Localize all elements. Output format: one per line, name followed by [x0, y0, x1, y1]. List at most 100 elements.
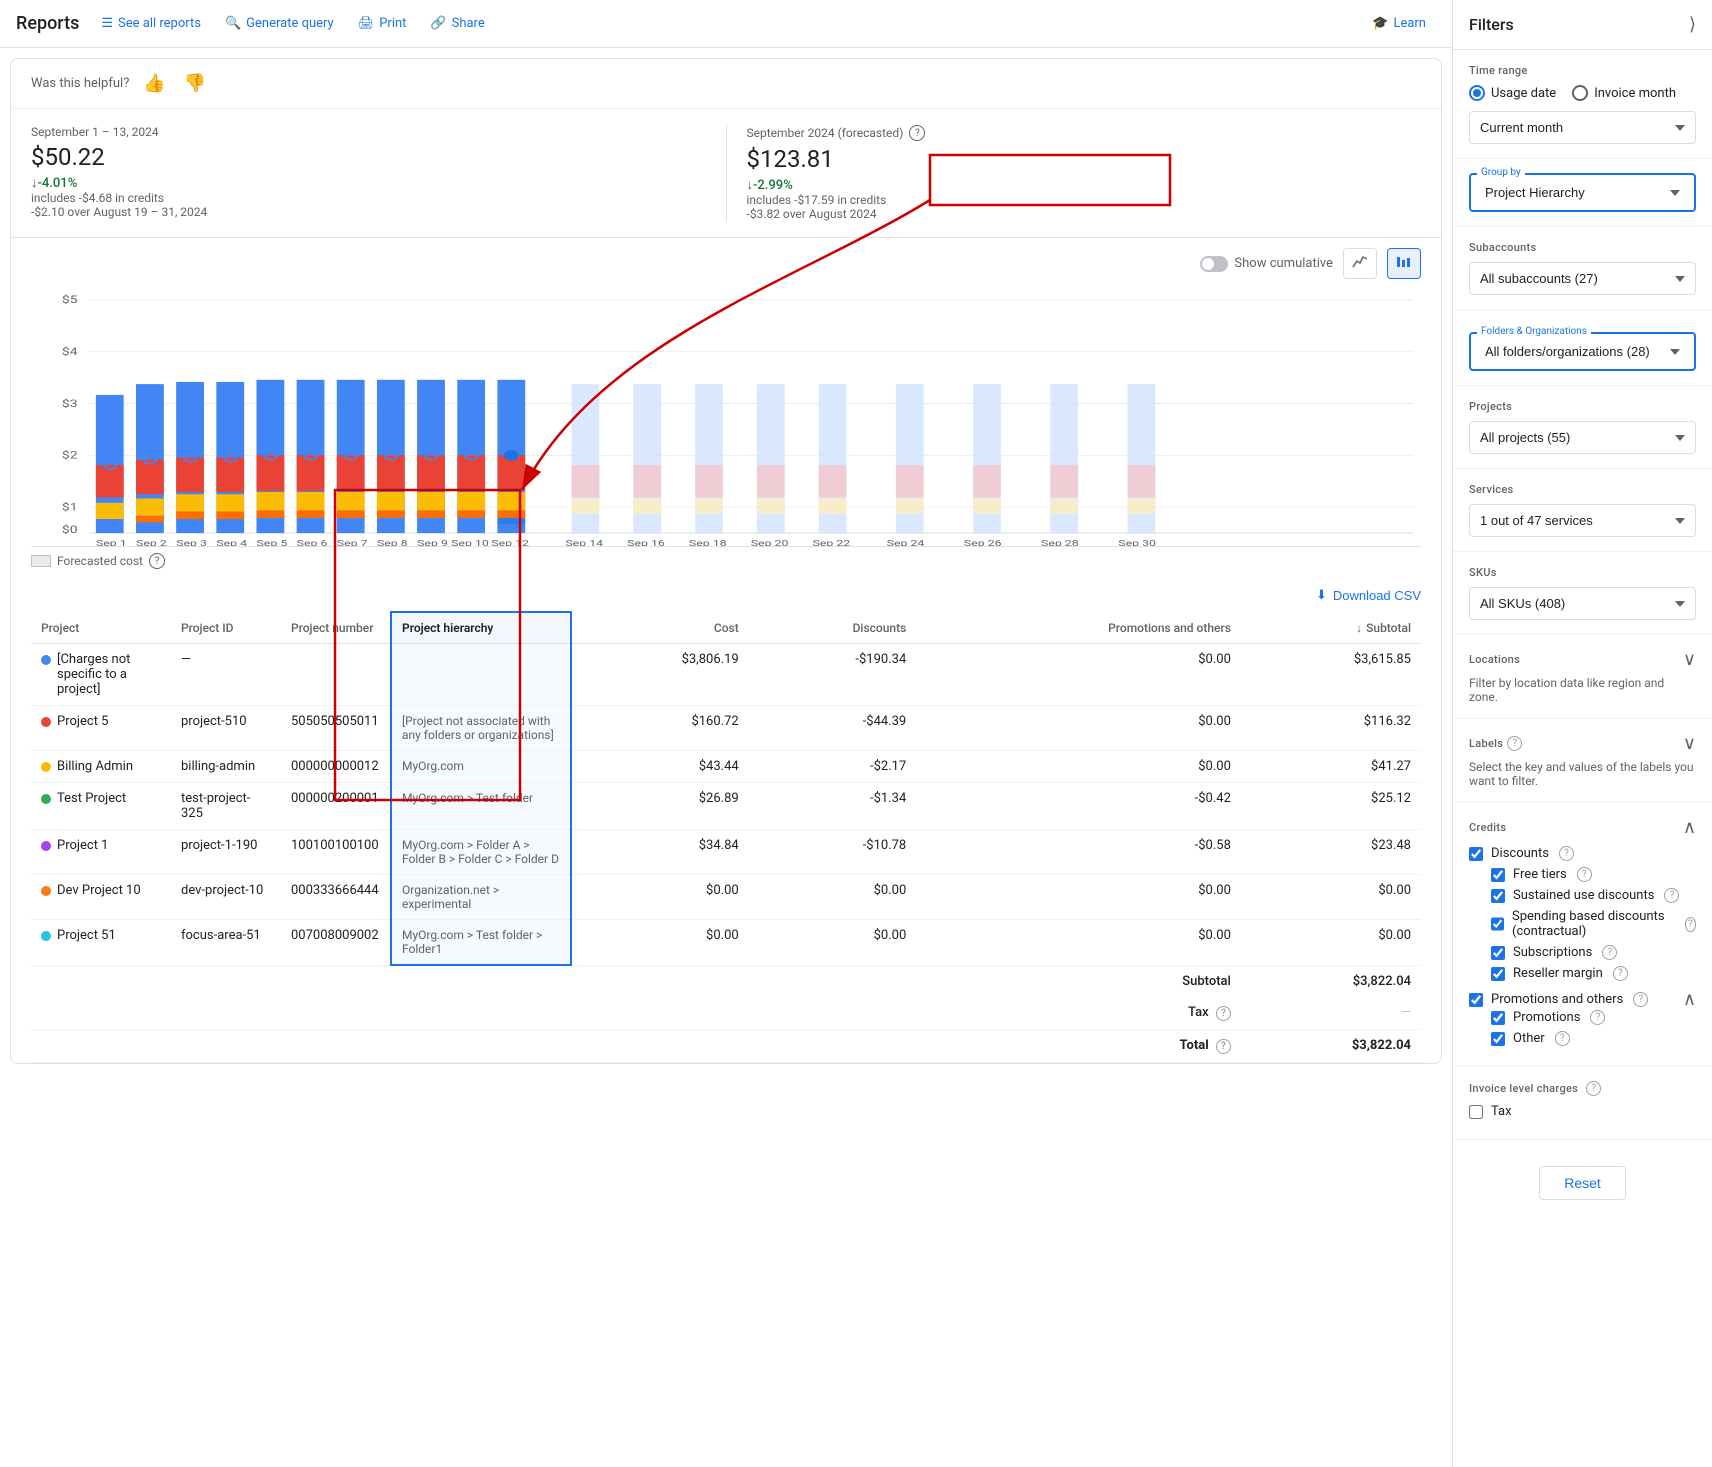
folders-orgs-select[interactable]: All folders/organizations (28): [1475, 338, 1690, 365]
projects-select[interactable]: All projects (55): [1469, 421, 1696, 454]
labels-help-icon[interactable]: ?: [1507, 736, 1522, 751]
labels-header-row[interactable]: Labels ? ∨: [1469, 733, 1696, 754]
sustained-use-help-icon[interactable]: ?: [1664, 888, 1679, 903]
project-id-cell: focus-area-51: [171, 920, 281, 966]
labels-desc: Select the key and values of the labels …: [1469, 760, 1696, 788]
promotions-header[interactable]: Promotions and others ? ∧: [1469, 989, 1696, 1010]
line-chart-button[interactable]: [1343, 248, 1377, 279]
spending-based-help-icon[interactable]: ?: [1685, 917, 1696, 932]
promotions-label: Promotions ?: [1513, 1010, 1605, 1025]
tax-row: Tax ? —: [31, 997, 1421, 1030]
svg-text:Sep 1: Sep 1: [96, 538, 127, 546]
svg-text:Sep 12: Sep 12: [491, 538, 529, 546]
promotions-cell: $0.00: [916, 644, 1241, 706]
locations-header-row[interactable]: Locations ∨: [1469, 649, 1696, 670]
project-number-cell: 000000000012: [281, 751, 391, 783]
svg-text:Sep 26: Sep 26: [964, 538, 1002, 546]
other-help-icon[interactable]: ?: [1555, 1031, 1570, 1046]
tax-checkbox[interactable]: [1469, 1105, 1483, 1119]
group-by-filter: Group by Project Hierarchy: [1453, 159, 1712, 227]
col-header-project-id: Project ID: [171, 612, 281, 644]
services-select[interactable]: 1 out of 47 services: [1469, 504, 1696, 537]
invoice-month-radio[interactable]: Invoice month: [1572, 85, 1676, 101]
discounts-help-icon[interactable]: ?: [1559, 846, 1574, 861]
total-help-icon[interactable]: ?: [1216, 1039, 1231, 1054]
reseller-margin-help-icon[interactable]: ?: [1613, 966, 1628, 981]
svg-text:Sep 10: Sep 10: [451, 538, 489, 546]
subtotal-cell: $23.48: [1241, 830, 1421, 875]
subscriptions-help-icon[interactable]: ?: [1602, 945, 1617, 960]
discounts-checkbox[interactable]: [1469, 847, 1483, 861]
bar-chart-button[interactable]: [1387, 248, 1421, 279]
sustained-use-item: Sustained use discounts ?: [1491, 888, 1696, 903]
hierarchy-cell: [Project not associated with any folders…: [391, 706, 571, 751]
invoice-level-help-icon[interactable]: ?: [1586, 1081, 1601, 1096]
promotions-cell: -$0.42: [916, 783, 1241, 830]
usage-date-radio[interactable]: Usage date: [1469, 85, 1556, 101]
see-all-reports-link[interactable]: ☰ See all reports: [91, 10, 211, 37]
cost-cell: $26.89: [571, 783, 749, 830]
spending-based-checkbox[interactable]: [1491, 917, 1504, 931]
promotions-others-checkbox[interactable]: [1469, 993, 1483, 1007]
svg-text:Sep 7: Sep 7: [337, 538, 368, 546]
learn-icon: 🎓: [1372, 16, 1388, 31]
project-cell: Project 5: [31, 706, 171, 751]
forecast-info-icon[interactable]: ?: [149, 553, 165, 569]
svg-text:Sep 14: Sep 14: [565, 538, 603, 546]
subtotal-cell: $0.00: [1241, 875, 1421, 920]
cost-cell: $160.72: [571, 706, 749, 751]
data-table-section: ⬇ Download CSV Project Project ID Projec…: [11, 579, 1441, 1063]
show-cumulative-toggle[interactable]: Show cumulative: [1200, 256, 1333, 272]
project-cell: [Charges not specific to a project]: [31, 644, 171, 706]
promotions-checkbox[interactable]: [1491, 1011, 1505, 1025]
folders-orgs-label: Folders & Organizations: [1477, 326, 1591, 337]
promotions-help-icon[interactable]: ?: [1633, 992, 1648, 1007]
cumulative-toggle-icon[interactable]: [1200, 256, 1228, 272]
download-csv-button[interactable]: ⬇ Download CSV: [1316, 587, 1421, 603]
discounts-cell: $0.00: [749, 920, 917, 966]
subtotal-cell: $0.00: [1241, 920, 1421, 966]
subscriptions-checkbox[interactable]: [1491, 946, 1505, 960]
sidebar-collapse-button[interactable]: ⟩: [1689, 14, 1696, 35]
share-link[interactable]: 🔗 Share: [420, 10, 494, 37]
credits-label: Credits: [1469, 821, 1506, 834]
tax-help-icon[interactable]: ?: [1216, 1006, 1231, 1021]
free-tiers-help-icon[interactable]: ?: [1577, 867, 1592, 882]
subaccounts-select[interactable]: All subaccounts (27): [1469, 262, 1696, 295]
print-link[interactable]: 🖨 Print: [348, 10, 417, 37]
table-wrapper: Project Project ID Project number Projec…: [31, 611, 1421, 1063]
thumbs-up-button[interactable]: 👍: [139, 69, 169, 98]
learn-link[interactable]: 🎓 Learn: [1362, 10, 1436, 37]
table-row: Project 5 project-510 505050505011 [Proj…: [31, 706, 1421, 751]
discounts-cell: -$10.78: [749, 830, 917, 875]
services-label: Services: [1469, 483, 1696, 496]
free-tiers-checkbox[interactable]: [1491, 868, 1505, 882]
svg-text:$4: $4: [62, 346, 78, 357]
locations-chevron-icon: ∨: [1683, 649, 1696, 670]
subtotal-row: Subtotal $3,822.04: [31, 965, 1421, 997]
svg-text:Sep 28: Sep 28: [1041, 538, 1079, 546]
folders-orgs-filter: Folders & Organizations All folders/orga…: [1453, 310, 1712, 386]
skus-select[interactable]: All SKUs (408): [1469, 587, 1696, 620]
project-cell: Project 1: [31, 830, 171, 875]
time-range-select[interactable]: Current month: [1469, 111, 1696, 144]
credits-header-row[interactable]: Credits ∧: [1469, 817, 1696, 838]
forecast-info-icon[interactable]: ?: [909, 125, 925, 141]
period2-change: -2.99%: [747, 177, 793, 193]
hierarchy-cell: MyOrg.com > Test folder: [391, 783, 571, 830]
svg-text:Sep 22: Sep 22: [812, 538, 850, 546]
group-by-select[interactable]: Project Hierarchy: [1475, 179, 1690, 206]
locations-label: Locations: [1469, 653, 1520, 666]
generate-query-link[interactable]: 🔍 Generate query: [215, 10, 344, 37]
reseller-margin-checkbox[interactable]: [1491, 967, 1505, 981]
period1-detail: -$2.10 over August 19 – 31, 2024: [31, 205, 706, 219]
reset-button[interactable]: Reset: [1539, 1166, 1626, 1200]
promotions-only-help-icon[interactable]: ?: [1590, 1010, 1605, 1025]
reseller-margin-item: Reseller margin ?: [1491, 966, 1696, 981]
tax-checkbox-item: Tax: [1469, 1104, 1696, 1119]
forecast-legend-label: Forecasted cost: [57, 554, 143, 568]
sustained-use-checkbox[interactable]: [1491, 889, 1505, 903]
other-checkbox[interactable]: [1491, 1032, 1505, 1046]
other-label: Other ?: [1513, 1031, 1570, 1046]
thumbs-down-button[interactable]: 👎: [180, 69, 210, 98]
